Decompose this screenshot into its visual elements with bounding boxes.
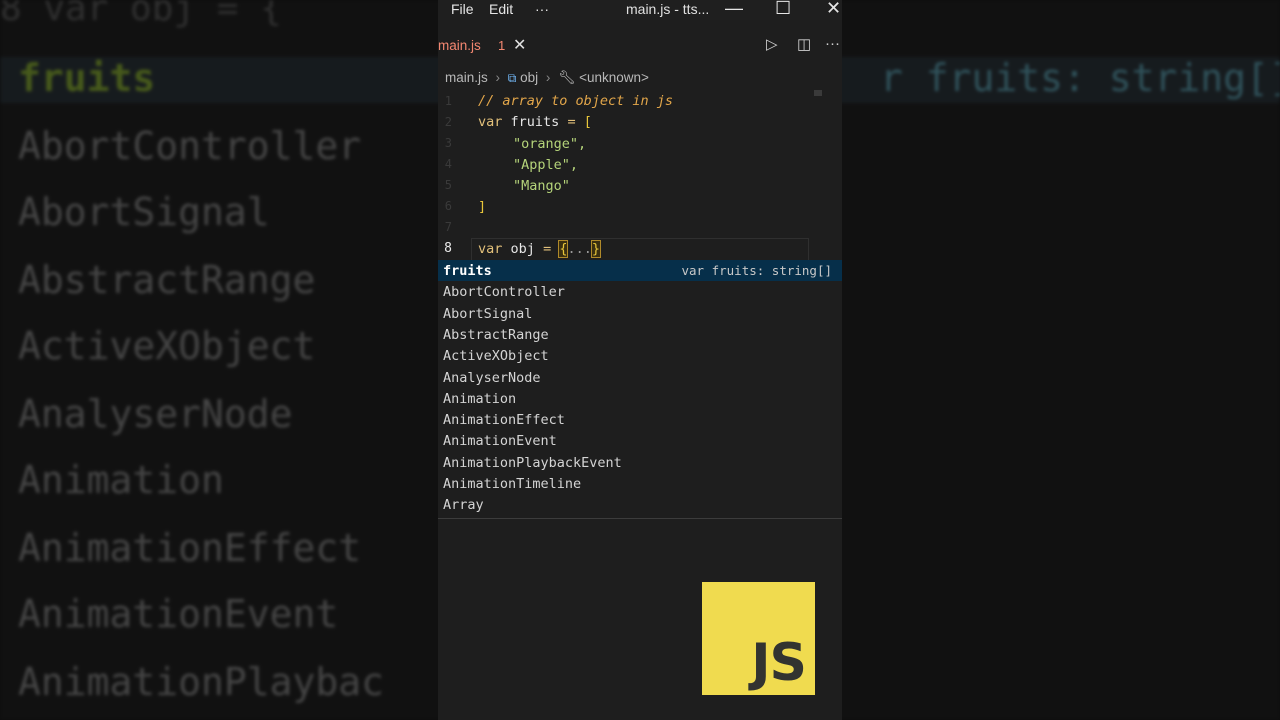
suggestion-item[interactable]: AnimationEvent	[438, 430, 842, 451]
wrench-icon: 🔧︎	[558, 70, 576, 85]
more-actions-icon[interactable]: ···	[825, 35, 840, 52]
suggestion-item[interactable]: ActiveXObject	[438, 345, 842, 366]
window-title: main.js - tts...	[626, 1, 710, 17]
line-number: 7	[444, 220, 452, 234]
suggestion-label: AbortController	[443, 284, 565, 301]
minimap-indicator	[814, 90, 822, 96]
bracket: ]	[478, 199, 487, 215]
suggestion-detail: var fruits: string[]	[681, 263, 832, 278]
line-number-active: 8	[444, 241, 452, 256]
problem-count-badge: 1	[498, 38, 506, 53]
js-logo-text: JS	[751, 633, 807, 693]
code-line-2: var fruits = [	[478, 114, 592, 130]
js-logo: JS	[702, 582, 815, 695]
tab-bar: main.js 1 ✕ ▷ ◫ ···	[438, 20, 842, 70]
suggestion-label: Array	[443, 497, 484, 514]
suggestion-label: ActiveXObject	[443, 348, 549, 365]
code-line-6: ]	[478, 199, 486, 215]
string-literal: "orange",	[513, 136, 587, 152]
editor-window: File Edit ··· main.js - tts... — ☐ ✕ mai…	[438, 0, 842, 720]
breadcrumb-context[interactable]: <unknown>	[579, 70, 649, 85]
code-comment: // array to object in js	[478, 93, 674, 109]
minimize-button[interactable]: —	[725, 0, 743, 19]
identifier: fruits	[510, 114, 560, 130]
title-bar: File Edit ··· main.js - tts... — ☐ ✕	[438, 0, 842, 20]
run-icon[interactable]: ▷	[766, 35, 778, 53]
suggestion-label: AnalyserNode	[443, 369, 541, 386]
line-number: 4	[444, 157, 452, 171]
maximize-button[interactable]: ☐	[775, 0, 791, 19]
breadcrumb-file[interactable]: main.js	[445, 70, 488, 85]
suggestion-item[interactable]: AnimationPlaybackEvent	[438, 452, 842, 473]
menu-more[interactable]: ···	[535, 1, 549, 17]
breadcrumb: main.js › ⧉ obj › 🔧︎ <unknown>	[445, 70, 649, 88]
chevron-right-icon: ›	[545, 70, 551, 85]
suggestion-item[interactable]: Animation	[438, 388, 842, 409]
suggestion-item[interactable]: AbortController	[438, 281, 842, 302]
suggestion-item[interactable]: AbstractRange	[438, 324, 842, 345]
split-editor-icon[interactable]: ◫	[797, 35, 811, 53]
suggestion-label: fruits	[443, 263, 492, 279]
suggestion-label: AnimationEvent	[443, 433, 557, 450]
line-number: 2	[444, 115, 452, 129]
suggest-widget: fruits var fruits: string[] AbortControl…	[438, 260, 842, 519]
close-tab-icon[interactable]: ✕	[513, 35, 526, 55]
menu-file[interactable]: File	[451, 1, 474, 17]
suggestion-item[interactable]: AnimationTimeline	[438, 473, 842, 494]
variable-icon: ⧉	[507, 71, 517, 85]
suggestion-item-selected[interactable]: fruits var fruits: string[]	[438, 260, 842, 281]
suggestion-item[interactable]: AnalyserNode	[438, 367, 842, 388]
tab-label: main.js	[438, 38, 481, 53]
line-number: 3	[444, 136, 452, 150]
bracket: [	[583, 114, 592, 130]
menu-edit[interactable]: Edit	[489, 1, 513, 17]
suggestion-item[interactable]: AnimationEffect	[438, 409, 842, 430]
suggestion-item[interactable]: AbortSignal	[438, 303, 842, 324]
close-window-button[interactable]: ✕	[826, 0, 841, 19]
code-line-1: // array to object in js	[478, 93, 673, 109]
keyword: var	[478, 114, 503, 130]
suggestion-label: AbstractRange	[443, 326, 549, 343]
suggestion-label: AbortSignal	[443, 305, 533, 322]
breadcrumb-symbol[interactable]: obj	[520, 70, 538, 85]
line-number: 5	[444, 178, 452, 192]
operator: =	[567, 114, 576, 130]
code-line-5: "Mango"	[513, 178, 570, 194]
current-line-highlight	[471, 238, 809, 261]
string-literal: "Apple",	[513, 157, 579, 173]
chevron-right-icon: ›	[495, 70, 501, 85]
suggestion-label: AnimationPlaybackEvent	[443, 454, 622, 471]
suggestion-label: AnimationTimeline	[443, 476, 582, 492]
code-line-4: "Apple",	[513, 157, 578, 173]
line-number: 1	[444, 94, 452, 108]
suggestion-label: Animation	[443, 390, 517, 407]
string-literal: "Mango"	[513, 178, 570, 194]
line-number: 6	[444, 199, 452, 213]
code-line-3: "orange",	[513, 136, 586, 152]
suggestion-item[interactable]: Array	[438, 494, 842, 515]
suggestion-label: AnimationEffect	[443, 412, 565, 429]
